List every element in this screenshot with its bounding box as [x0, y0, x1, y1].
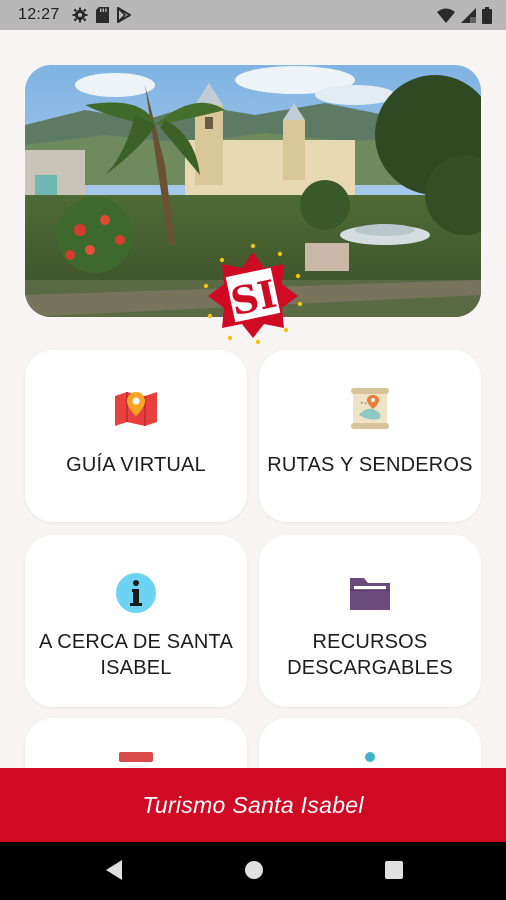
signal-icon	[461, 7, 476, 23]
menu-card-acerca-santa-isabel[interactable]: A CERCA DE SANTA ISABEL	[25, 535, 247, 707]
wifi-icon	[437, 8, 455, 23]
footer-bar: Turismo Santa Isabel	[0, 768, 506, 842]
home-icon[interactable]	[243, 858, 265, 882]
menu-label-rutas-senderos: RUTAS Y SENDEROS	[267, 454, 473, 476]
menu-card-guia-virtual[interactable]: GUÍA VIRTUAL	[25, 350, 247, 522]
gear-icon	[72, 7, 88, 23]
status-time: 12:27	[18, 6, 60, 23]
recents-icon[interactable]	[384, 858, 404, 882]
menu-card-recursos-descargables[interactable]: RECURSOS DESCARGABLES	[259, 535, 481, 707]
menu-label-recursos-descargables: RECURSOS DESCARGABLES	[287, 631, 453, 679]
menu-card-rutas-senderos[interactable]: RUTAS Y SENDEROS	[259, 350, 481, 522]
battery-icon	[482, 6, 492, 24]
footer-title: Turismo Santa Isabel	[142, 791, 364, 818]
info-icon	[116, 573, 156, 613]
play-store-icon	[116, 7, 131, 23]
menu-card-partial-right[interactable]	[259, 718, 481, 768]
menu-label-acerca-santa-isabel: A CERCA DE SANTA ISABEL	[39, 631, 233, 679]
main-content[interactable]: SI GUÍA VIRTUAL RUTAS Y SENDEROS A CERCA…	[0, 30, 506, 768]
status-bar: 12:27	[0, 0, 506, 30]
scroll-map-icon	[351, 388, 389, 429]
menu-label-guia-virtual: GUÍA VIRTUAL	[66, 454, 206, 476]
navigation-bar	[0, 842, 506, 900]
logo-text: SI	[227, 271, 281, 324]
back-icon[interactable]	[104, 858, 124, 882]
folder-icon	[350, 578, 390, 610]
map-pin-icon	[115, 392, 157, 426]
santa-isabel-logo: SI	[198, 238, 308, 348]
menu-card-partial-left[interactable]	[25, 718, 247, 768]
sd-card-icon	[95, 7, 109, 23]
location-icon	[365, 752, 375, 762]
calendar-icon	[119, 752, 153, 762]
